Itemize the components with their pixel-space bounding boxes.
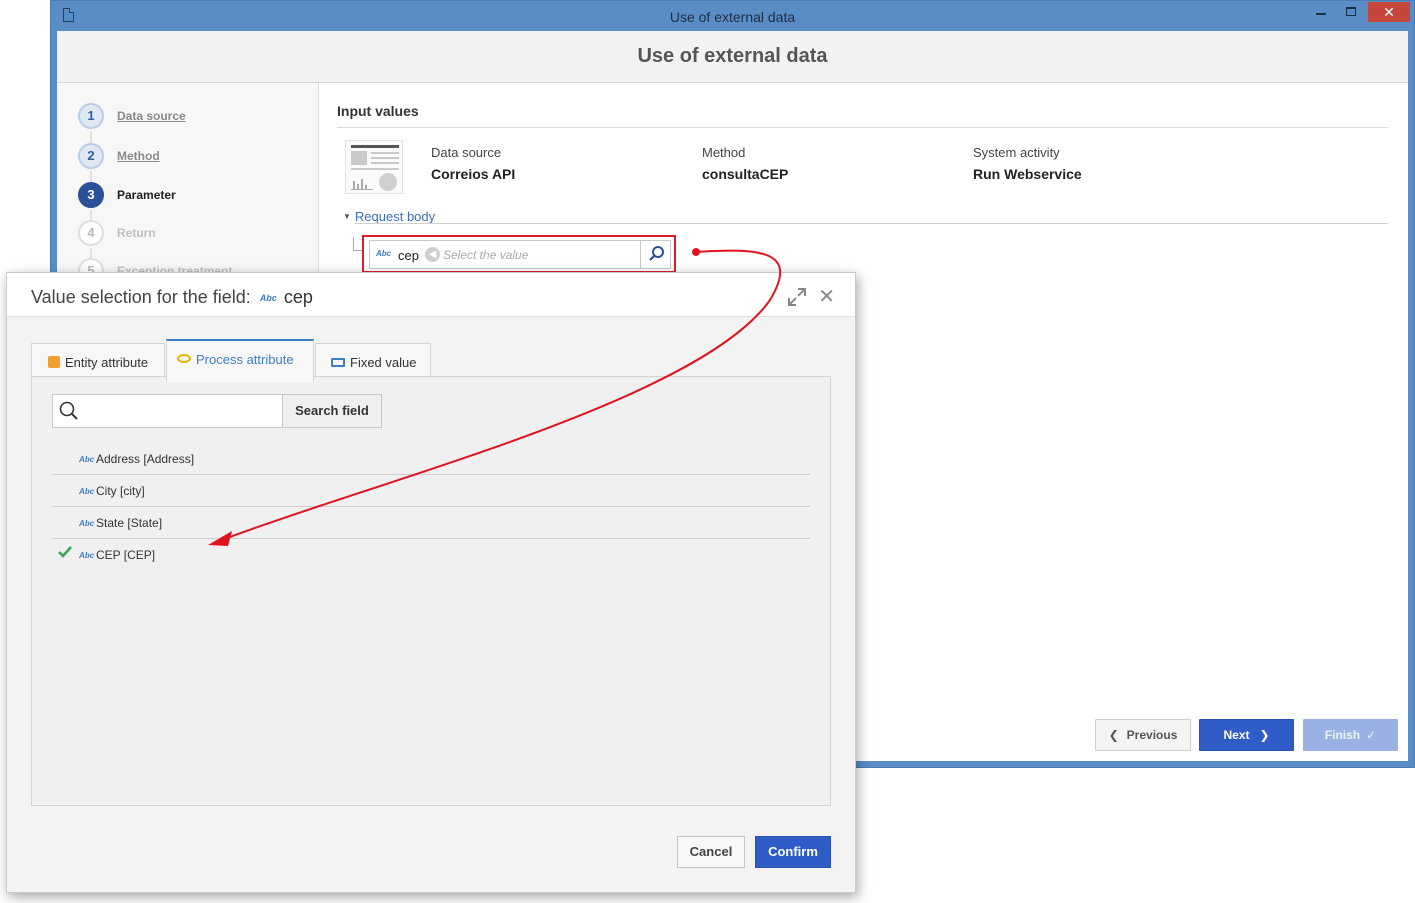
search-field-button[interactable]: Search field [282,394,382,428]
finish-label: Finish [1324,728,1361,742]
system-activity-value: Run Webservice [973,166,1082,182]
data-source-label: Data source [431,145,502,160]
method-info: Method consultaCEP [702,145,788,182]
finish-button[interactable]: Finish ✓ [1303,719,1398,751]
previous-button[interactable]: ❮ Previous [1095,719,1191,751]
value-input[interactable] [443,245,633,265]
text-type-icon: Abc [79,551,95,560]
tab-label: Entity attribute [65,355,149,370]
request-body-divider [355,223,1388,224]
minimize-button[interactable] [1316,13,1326,15]
dialog-title-prefix: Value selection for the field: [31,287,251,307]
value-selection-dialog: Value selection for the field: Abc cep ✕… [6,272,856,893]
search-icon [59,401,78,420]
text-type-icon: Abc [79,487,95,496]
request-body-toggle[interactable]: ▼ Request body [343,209,435,224]
window-close-button[interactable]: ✕ [1368,2,1410,22]
section-title: Input values [337,103,419,119]
search-input[interactable] [85,401,275,421]
page-title: Use of external data [637,45,828,67]
expand-icon[interactable] [787,287,807,307]
field-name: cep [398,248,419,263]
list-item[interactable]: Abc City [city] [52,475,810,507]
window-title: Use of external data [669,9,796,25]
next-button[interactable]: Next ❯ [1199,719,1294,751]
attribute-label: State [State] [96,516,163,530]
data-source-info: Data source Correios API [431,145,515,182]
value-search-button[interactable] [640,241,670,268]
step-number: 2 [78,143,104,169]
dialog-header: Value selection for the field: Abc cep ✕ [7,273,855,317]
method-label: Method [702,145,746,160]
tab-process-attribute[interactable]: Process attribute [166,339,314,382]
title-bar: Use of external data ✕ [51,1,1414,31]
text-type-icon: Abc [259,293,277,303]
step-number: 3 [78,182,104,208]
check-icon: ✓ [1366,728,1377,742]
dialog-title: Value selection for the field: Abc cep [31,287,313,308]
list-item[interactable]: Abc Address [Address] [52,443,810,475]
tab-label: Fixed value [350,355,417,370]
page-header: Use of external data [57,31,1408,83]
chevron-right-icon: ❯ [1259,728,1270,742]
text-type-icon: Abc [79,519,95,528]
cancel-button[interactable]: Cancel [677,836,745,868]
attribute-label: Address [Address] [96,452,195,466]
attribute-list: Abc Address [Address] Abc City [city] Ab… [52,443,810,571]
step-number: 1 [78,103,104,129]
text-type-icon: Abc [79,455,95,464]
section-divider [337,127,1388,128]
dialog-close-button[interactable]: ✕ [818,284,835,309]
step-number: 4 [78,220,104,246]
data-source-icon [345,140,403,194]
text-type-icon: Abc [376,249,392,258]
system-activity-info: System activity Run Webservice [973,145,1082,182]
confirm-button[interactable]: Confirm [755,836,831,868]
tab-label: Process attribute [196,352,294,367]
attribute-label: CEP [CEP] [96,548,156,562]
chevron-left-icon: ❮ [1108,728,1119,742]
cep-field-highlight: Abc cep ◀ [362,235,676,273]
system-activity-label: System activity [973,145,1060,160]
step-label[interactable]: Data source [117,109,186,123]
list-item-selected[interactable]: Abc CEP [CEP] [52,539,810,571]
maximize-button[interactable] [1346,7,1356,16]
step-label: Return [117,226,156,240]
entity-icon [48,356,60,368]
step-label[interactable]: Method [117,149,160,163]
caret-down-icon: ▼ [343,212,351,221]
dialog-title-field: cep [283,287,313,307]
checkmark-icon [58,546,72,558]
arrow-left-icon: ◀ [425,247,440,262]
search-box[interactable] [52,394,283,428]
step-label: Parameter [117,188,176,202]
cep-field[interactable]: Abc cep ◀ [369,240,671,269]
tab-panel: Search field Abc Address [Address] Abc C… [31,376,831,806]
request-body-label: Request body [354,209,436,224]
previous-label: Previous [1126,728,1178,742]
next-label: Next [1223,728,1250,742]
method-value: consultaCEP [702,166,789,182]
eye-icon [177,354,191,363]
data-source-value: Correios API [431,166,516,182]
attribute-label: City [city] [96,484,145,498]
list-item[interactable]: Abc State [State] [52,507,810,539]
search-icon [649,246,664,261]
keyboard-icon [331,358,345,367]
